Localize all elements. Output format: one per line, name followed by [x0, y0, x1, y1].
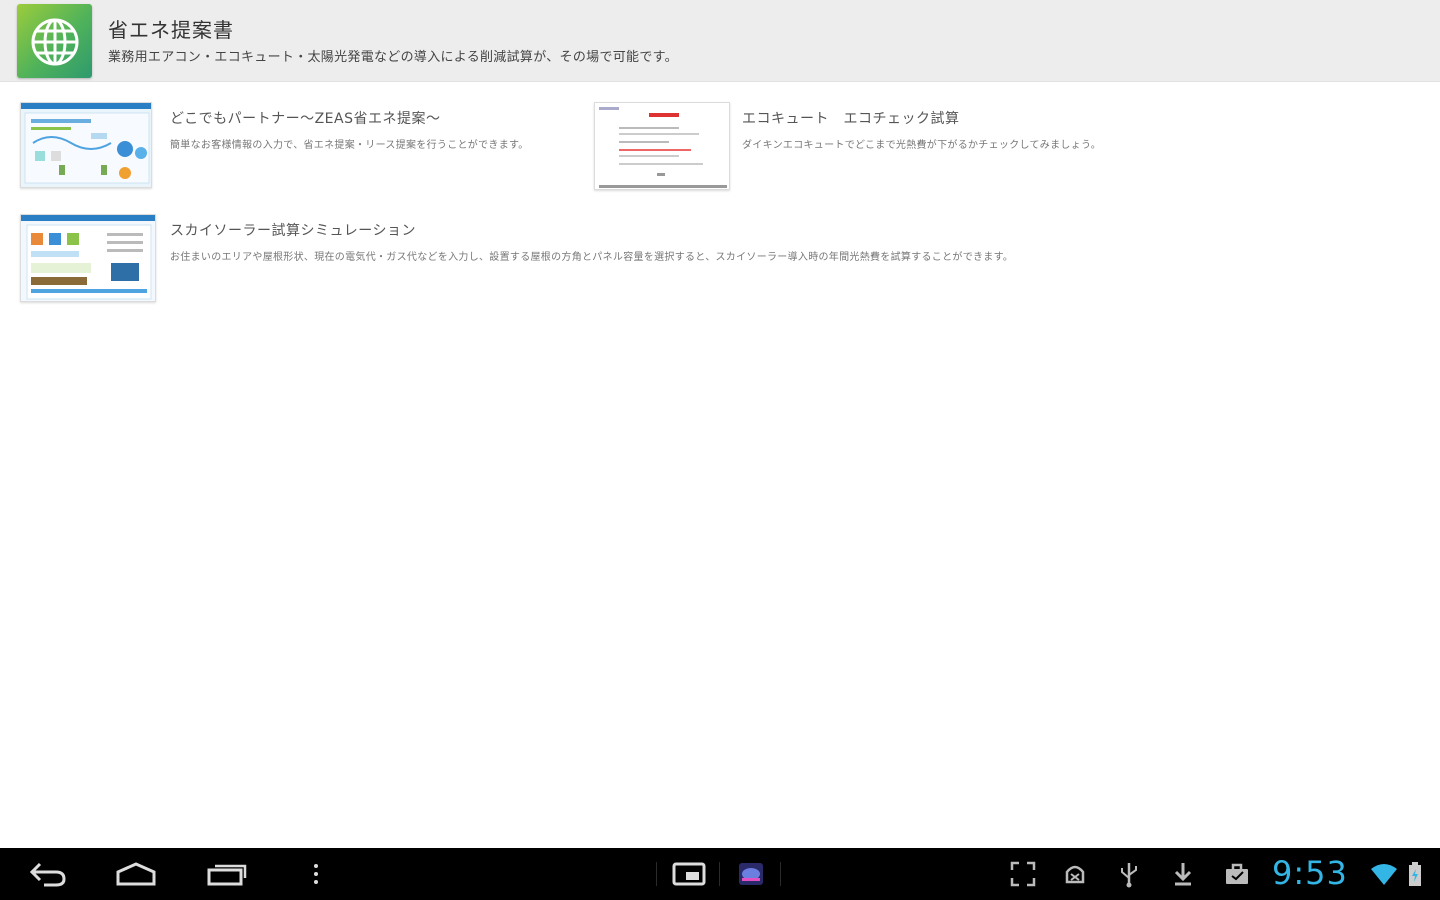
battery-icon[interactable]: [1402, 848, 1428, 900]
system-navigation-bar: 9:53: [0, 848, 1440, 900]
globe-icon[interactable]: [17, 4, 92, 78]
menu-icon[interactable]: [300, 848, 332, 900]
list-item-ecocute-ecocheck[interactable]: エコキュート エコチェック試算 ダイキンエコキュートでどこまで光熱費が下がるかチ…: [592, 100, 1152, 192]
android-debug-icon[interactable]: [1056, 848, 1094, 900]
app-notification-icon[interactable]: [730, 848, 772, 900]
recent-apps-icon[interactable]: [198, 848, 254, 900]
item-description: ダイキンエコキュートでどこまで光熱費が下がるかチェックしてみましょう。: [742, 140, 1101, 151]
item-description: お住まいのエリアや屋根形状、現在の電気代・ガス代などを入力し、設置する屋根の方角…: [170, 252, 1014, 263]
list-item-skysolar-simulation[interactable]: スカイソーラー試算シミュレーション お住まいのエリアや屋根形状、現在の電気代・ガ…: [18, 212, 1118, 304]
separator: [719, 862, 720, 886]
clock[interactable]: 9:53: [1272, 854, 1348, 892]
thumbnail-image: [20, 102, 152, 188]
wifi-icon[interactable]: [1366, 848, 1402, 900]
item-title: スカイソーラー試算シミュレーション: [170, 223, 416, 239]
usb-icon[interactable]: [1110, 848, 1148, 900]
item-title: どこでもパートナー～ZEAS省エネ提案～: [170, 111, 441, 127]
home-icon[interactable]: [108, 848, 164, 900]
fullscreen-icon[interactable]: [1004, 848, 1042, 900]
thumbnail-image: [594, 102, 730, 190]
briefcase-icon[interactable]: [1218, 848, 1256, 900]
item-title: エコキュート エコチェック試算: [742, 111, 960, 127]
thumbnail-image: [20, 214, 156, 302]
list-item-dokodemo-partner[interactable]: どこでもパートナー～ZEAS省エネ提案～ 簡単なお客様情報の入力で、省エネ提案・…: [18, 100, 578, 192]
back-icon[interactable]: [20, 848, 74, 900]
screenshot-icon[interactable]: [666, 848, 712, 900]
page-description: 業務用エアコン・エコキュート・太陽光発電などの導入による削減試算が、その場で可能…: [108, 50, 678, 65]
download-icon[interactable]: [1164, 848, 1202, 900]
app-header: 省エネ提案書 業務用エアコン・エコキュート・太陽光発電などの導入による削減試算が…: [0, 0, 1440, 82]
item-description: 簡単なお客様情報の入力で、省エネ提案・リース提案を行うことができます。: [170, 140, 529, 151]
separator: [656, 862, 657, 886]
separator: [780, 862, 781, 886]
page-title: 省エネ提案書: [108, 18, 234, 42]
